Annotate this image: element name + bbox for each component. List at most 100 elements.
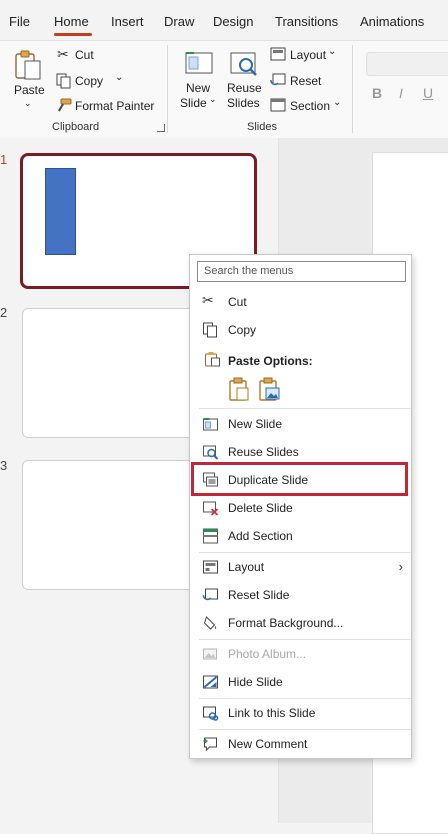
- menu-search-input[interactable]: Search the menus: [197, 261, 406, 282]
- chevron-down-icon: ⌄: [115, 72, 124, 83]
- tab-animations[interactable]: Animations: [360, 14, 424, 29]
- chevron-down-icon: ⌄: [24, 98, 32, 108]
- ribbon-tab-bar: File Home Insert Draw Design Transitions…: [0, 0, 448, 40]
- context-menu: Search the menus ✂ Cut Copy Paste Option…: [189, 254, 412, 759]
- new-slide-icon: [185, 52, 213, 74]
- section-button[interactable]: Section ⌄: [270, 97, 345, 115]
- menu-item-new-comment[interactable]: New Comment: [190, 731, 411, 757]
- menu-item-format-background[interactable]: Format Background...: [190, 610, 411, 636]
- format-painter-button[interactable]: Format Painter: [55, 97, 160, 115]
- layout-icon: [203, 560, 218, 574]
- hide-slide-icon: [203, 675, 218, 689]
- photo-album-icon: [203, 648, 217, 660]
- slides-group-label: Slides: [247, 121, 277, 133]
- paste-as-picture-icon: [259, 377, 280, 401]
- new-slide-label-1: New: [186, 81, 211, 95]
- reuse-slides-button[interactable]: Reuse Slides: [226, 47, 264, 117]
- menu-item-layout[interactable]: Layout ›: [190, 554, 411, 580]
- font-name-box[interactable]: [366, 52, 448, 76]
- chevron-down-icon: ⌄: [328, 46, 337, 57]
- bold-button[interactable]: B: [372, 85, 382, 101]
- cut-label: Cut: [75, 48, 94, 62]
- reset-icon: [270, 73, 286, 86]
- menu-item-copy-label: Copy: [228, 323, 257, 337]
- menu-item-reuse-slides-label: Reuse Slides: [228, 445, 299, 459]
- scissors-icon: ✂: [57, 46, 69, 62]
- format-background-icon: [203, 616, 217, 630]
- slide-number: 3: [0, 458, 8, 473]
- menu-item-photo-album-label: Photo Album...: [228, 647, 307, 661]
- clipboard-group-label: Clipboard: [52, 121, 100, 133]
- reuse-slides-label-2: Slides: [227, 96, 260, 110]
- copy-icon: [203, 322, 217, 338]
- menu-item-format-background-label: Format Background...: [228, 616, 344, 630]
- menu-item-photo-album: Photo Album...: [190, 641, 411, 667]
- menu-separator: [199, 552, 411, 553]
- underline-button[interactable]: U: [423, 85, 433, 101]
- tab-home[interactable]: Home: [54, 14, 89, 29]
- reset-label: Reset: [290, 74, 322, 88]
- paste-keep-formatting-button[interactable]: [228, 377, 252, 403]
- layout-label: Layout: [290, 48, 327, 62]
- menu-separator: [199, 639, 411, 640]
- menu-item-link-to-slide-label: Link to this Slide: [228, 706, 316, 720]
- italic-button[interactable]: I: [399, 85, 403, 101]
- menu-item-new-comment-label: New Comment: [228, 737, 308, 751]
- menu-item-reset-slide[interactable]: Reset Slide: [190, 582, 411, 608]
- dialog-launcher-icon[interactable]: [157, 124, 165, 132]
- layout-button[interactable]: Layout ⌄: [270, 46, 342, 64]
- tab-transitions[interactable]: Transitions: [275, 14, 338, 29]
- slide-number: 1: [0, 152, 8, 167]
- menu-item-delete-slide-label: Delete Slide: [228, 501, 293, 515]
- cut-button[interactable]: ✂ Cut: [55, 46, 115, 64]
- menu-item-add-section[interactable]: Add Section: [190, 523, 411, 549]
- menu-item-delete-slide[interactable]: Delete Slide: [190, 495, 411, 521]
- copy-label: Copy: [75, 74, 104, 88]
- paste-icon: [15, 50, 41, 80]
- new-slide-icon: [203, 418, 218, 431]
- section-label: Section: [290, 99, 331, 113]
- copy-icon: [56, 73, 71, 89]
- menu-item-hide-slide-label: Hide Slide: [228, 675, 283, 689]
- menu-item-copy[interactable]: Copy: [190, 317, 411, 343]
- menu-item-cut-label: Cut: [228, 295, 247, 309]
- scissors-icon: ✂: [202, 292, 214, 308]
- menu-item-layout-label: Layout: [228, 560, 265, 574]
- comment-icon: [203, 737, 217, 752]
- menu-separator: [199, 408, 411, 409]
- reset-button[interactable]: Reset: [270, 72, 330, 90]
- highlight-box: [191, 462, 408, 496]
- paste-options-header: Paste Options:: [228, 354, 313, 368]
- menu-separator: [199, 698, 411, 699]
- tab-file[interactable]: File: [9, 14, 30, 29]
- menu-item-link-to-slide[interactable]: Link to this Slide: [190, 700, 411, 726]
- chevron-right-icon: ›: [398, 559, 403, 574]
- tab-design[interactable]: Design: [213, 14, 253, 29]
- slide-number: 2: [0, 305, 8, 320]
- copy-button[interactable]: Copy ⌄: [55, 72, 130, 90]
- menu-item-hide-slide[interactable]: Hide Slide: [190, 669, 411, 695]
- delete-slide-icon: [203, 501, 219, 516]
- paste-as-picture-button[interactable]: [258, 377, 282, 403]
- new-slide-label-2: Slide: [180, 96, 207, 110]
- layout-icon: [270, 47, 286, 61]
- active-tab-indicator: [54, 33, 92, 36]
- paste-keep-formatting-icon: [229, 377, 249, 401]
- paste-button[interactable]: Paste ⌄: [8, 47, 48, 115]
- reuse-slides-label-1: Reuse: [227, 81, 262, 95]
- tab-draw[interactable]: Draw: [164, 14, 194, 29]
- ribbon: Paste ⌄ ✂ Cut Copy ⌄ Format Painter Clip…: [0, 40, 448, 139]
- menu-separator: [199, 729, 411, 730]
- rectangle-shape: [45, 168, 76, 255]
- group-divider: [352, 45, 353, 133]
- tab-insert[interactable]: Insert: [111, 14, 144, 29]
- new-slide-button[interactable]: New Slide ⌄: [180, 47, 220, 117]
- chevron-down-icon: ⌄: [333, 97, 342, 108]
- format-painter-label: Format Painter: [75, 99, 155, 113]
- menu-item-cut[interactable]: ✂ Cut: [190, 289, 411, 315]
- menu-item-new-slide[interactable]: New Slide: [190, 411, 411, 437]
- group-divider: [167, 45, 168, 133]
- reuse-slides-icon: [203, 445, 219, 460]
- menu-item-new-slide-label: New Slide: [228, 417, 283, 431]
- menu-item-reset-slide-label: Reset Slide: [228, 588, 290, 602]
